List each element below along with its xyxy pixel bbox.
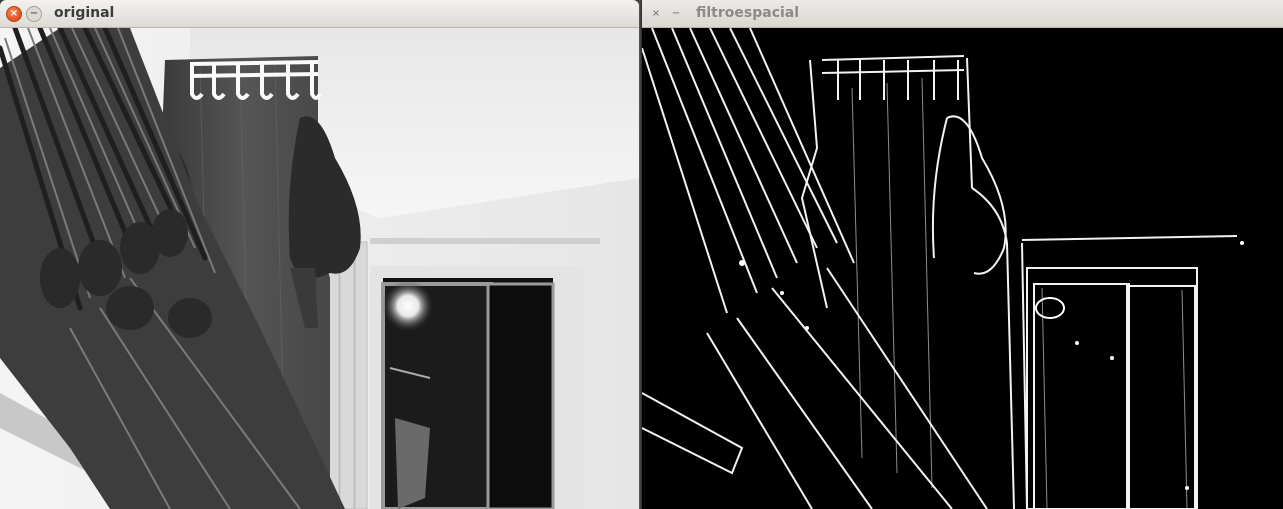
titlebar-original[interactable]: × − original: [0, 0, 639, 28]
close-icon[interactable]: ×: [6, 6, 22, 22]
original-window: × − original: [0, 0, 639, 509]
titlebar-filtroespacial[interactable]: × − filtroespacial: [642, 0, 1283, 28]
window-title: filtroespacial: [696, 5, 800, 21]
window-controls: × −: [6, 6, 42, 22]
minimize-icon[interactable]: −: [26, 6, 42, 22]
original-image: [0, 28, 639, 509]
filtroespacial-window: × − filtroespacial: [642, 0, 1283, 509]
filtered-image: [642, 28, 1283, 509]
minimize-icon[interactable]: −: [668, 6, 684, 22]
close-icon[interactable]: ×: [648, 6, 664, 22]
edge-filter-output: [642, 28, 1283, 509]
window-controls: × −: [648, 6, 684, 22]
grayscale-photo: [0, 28, 639, 509]
window-title: original: [54, 5, 115, 21]
